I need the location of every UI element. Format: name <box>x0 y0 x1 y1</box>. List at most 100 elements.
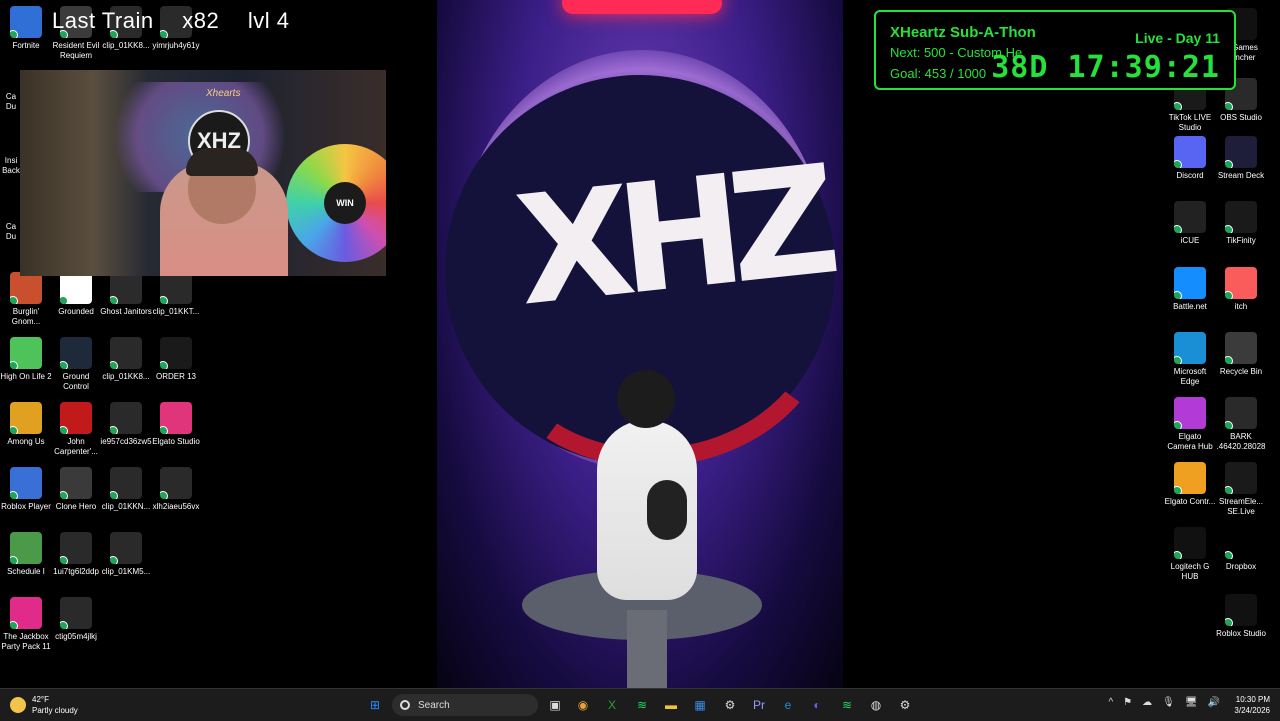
obs-taskbar-icon[interactable]: ◍ <box>865 694 887 716</box>
subathon-title: XHeartz Sub-A-Thon <box>890 24 1036 41</box>
itch-icon <box>1225 267 1257 299</box>
desktop-shortcut[interactable]: Clone Hero <box>50 467 102 512</box>
clip-icon <box>160 467 192 499</box>
desktop-shortcut[interactable]: ie957cd36zw5 <box>100 402 152 447</box>
desktop-shortcut-label: clip_01KKN... <box>101 502 151 511</box>
desktop-shortcut[interactable]: TikFinity <box>1215 201 1267 246</box>
sync-status-icon <box>160 426 168 434</box>
sync-status-icon <box>1174 291 1182 299</box>
desktop-shortcut[interactable]: ctig05m4jlkj <box>50 597 102 642</box>
desktop-shortcut-label: TikFinity <box>1226 236 1256 245</box>
desktop-shortcut[interactable]: Roblox Studio <box>1215 594 1267 639</box>
desktop-shortcut[interactable]: itch <box>1215 267 1267 312</box>
desktop-shortcut[interactable]: ORDER 13 <box>150 337 202 382</box>
train-title: Last Train <box>52 8 154 33</box>
battle-net-icon <box>1174 267 1206 299</box>
desktop-shortcut[interactable]: Schedule I <box>0 532 52 577</box>
desktop-shortcut[interactable]: Discord <box>1164 136 1216 181</box>
clip-icon <box>160 272 192 304</box>
desktop-shortcut-label: The Jackbox Party Pack 11 <box>1 632 51 651</box>
edge-taskbar-icon[interactable]: e <box>777 694 799 716</box>
desktop-shortcut[interactable]: StreamEle... SE.Live <box>1215 462 1267 517</box>
volume-icon[interactable]: 🔊 <box>1208 697 1220 708</box>
desktop-shortcut[interactable]: xlh2iaeu56vx <box>150 467 202 512</box>
schedule-i-icon <box>10 532 42 564</box>
desktop-shortcut-label: Discord <box>1176 171 1204 180</box>
discord-icon <box>1174 136 1206 168</box>
chrome-icon[interactable]: ◉ <box>572 694 594 716</box>
desktop-shortcut[interactable]: High On Life 2 <box>0 337 52 382</box>
desktop-shortcut[interactable]: clip_01KKT... <box>150 272 202 317</box>
sync-status-icon <box>1174 160 1182 168</box>
desktop-shortcut-partial[interactable]: Ca Du <box>0 78 22 112</box>
desktop-shortcut[interactable]: Ground Control <box>50 337 102 392</box>
roblox-player-icon <box>10 467 42 499</box>
desktop-shortcut[interactable]: Fortnite <box>0 6 52 51</box>
desktop-shortcut-label: Clone Hero <box>55 502 97 511</box>
taskbar-clock[interactable]: 10:30 PM 3/24/2026 <box>1234 694 1270 716</box>
cat-patch <box>647 480 687 540</box>
desktop-shortcut-label: Elgato Studio <box>152 437 200 446</box>
desktop-shortcut[interactable]: Burglin' Gnom... <box>0 272 52 327</box>
desktop-shortcut[interactable]: Elgato Camera Hub <box>1164 397 1216 452</box>
sync-status-icon <box>60 426 68 434</box>
desktop-shortcut-partial[interactable]: Insi Back <box>0 142 22 176</box>
sync-status-icon <box>60 621 68 629</box>
onedrive-icon[interactable]: ☁ <box>1142 697 1152 708</box>
desktop-shortcut[interactable]: The Jackbox Party Pack 11 <box>0 597 52 652</box>
desktop-shortcut[interactable]: Microsoft Edge <box>1164 332 1216 387</box>
desktop-shortcut[interactable]: Elgato Studio <box>150 402 202 447</box>
task-view-icon[interactable]: ▣ <box>544 694 566 716</box>
desktop-shortcut[interactable]: Ghost Janitors <box>100 272 152 317</box>
desktop-shortcut[interactable]: Among Us <box>0 402 52 447</box>
desktop-shortcut-label: Battle.net <box>1173 302 1207 311</box>
premiere-icon[interactable]: Pr <box>748 694 770 716</box>
taskbar-search[interactable]: Search <box>392 694 538 716</box>
sync-status-icon <box>110 361 118 369</box>
desktop-shortcut[interactable]: clip_01KM5... <box>100 532 152 577</box>
sync-status-icon <box>1174 225 1182 233</box>
desktop-shortcut[interactable]: clip_01KK8... <box>100 337 152 382</box>
desktop-shortcut[interactable]: Elgato Contr... <box>1164 462 1216 507</box>
display-icon[interactable]: 🖥 <box>1185 697 1198 708</box>
desktop-shortcut[interactable]: Dropbox <box>1215 527 1267 572</box>
desktop-shortcut[interactable]: iCUE <box>1164 201 1216 246</box>
desktop-shortcut[interactable]: clip_01KKN... <box>100 467 152 512</box>
webcam-neon-sign: Xhearts <box>206 88 241 99</box>
desktop-shortcut[interactable]: 1ui7tg6l2ddp <box>50 532 102 577</box>
spotify-2-icon[interactable]: ≋ <box>836 694 858 716</box>
spotify-icon[interactable]: ≋ <box>631 694 653 716</box>
desktop-shortcut[interactable]: Battle.net <box>1164 267 1216 312</box>
steam-icon[interactable]: ⚙ <box>894 694 916 716</box>
desktop-shortcut[interactable]: John Carpenter'... <box>50 402 102 457</box>
sync-status-icon <box>1174 486 1182 494</box>
sync-status-icon <box>10 491 18 499</box>
desktop-shortcut-label: iCUE <box>1180 236 1200 245</box>
xbox-icon[interactable]: X <box>601 694 623 716</box>
microsoft-store-icon[interactable]: ▦ <box>689 694 711 716</box>
desktop-shortcut[interactable]: Recycle Bin <box>1215 332 1267 377</box>
file-explorer-icon[interactable]: ▬ <box>660 694 682 716</box>
microphone-icon[interactable]: 🎙 <box>1162 697 1175 708</box>
desktop-shortcut[interactable]: Roblox Player <box>0 467 52 512</box>
logitech-g-hub-icon <box>1174 527 1206 559</box>
desktop-shortcut[interactable]: Logitech G HUB <box>1164 527 1216 582</box>
desktop-shortcut-label: Grounded <box>58 307 94 316</box>
desktop-shortcut[interactable]: BARK .46420.28028 <box>1215 397 1267 452</box>
desktop-shortcut[interactable]: Stream Deck <box>1215 136 1267 181</box>
desktop-shortcut[interactable]: Grounded <box>50 272 102 317</box>
windows-start-icon[interactable]: ⊞ <box>364 694 386 716</box>
john-carpenter-icon <box>60 402 92 434</box>
weather-desc: Partly cloudy <box>32 706 78 715</box>
discord-taskbar-icon[interactable]: ◐ <box>806 694 828 716</box>
stream-preview: XHZ <box>437 0 843 688</box>
desktop-shortcut-partial[interactable]: Ca Du <box>0 208 22 242</box>
settings-icon[interactable]: ⚙ <box>719 694 741 716</box>
weather-widget[interactable]: 42°F Partly cloudy <box>10 693 78 717</box>
tray-overflow-icon[interactable]: ^ <box>1108 697 1113 708</box>
fortnite-icon <box>10 6 42 38</box>
desktop-shortcut-label: itch <box>1234 302 1248 311</box>
tray-app-icon[interactable]: ⚑ <box>1123 697 1132 708</box>
sync-status-icon <box>10 426 18 434</box>
sync-status-icon <box>60 361 68 369</box>
